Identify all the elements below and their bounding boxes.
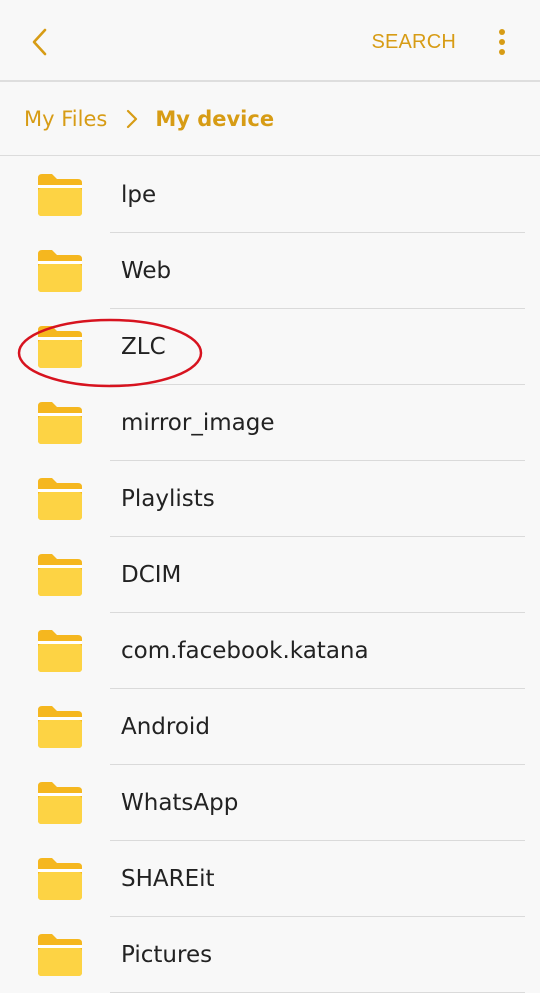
file-name: Web — [121, 258, 172, 284]
file-name: WhatsApp — [121, 790, 239, 816]
breadcrumb-my-device: My device — [155, 106, 275, 131]
file-name: DCIM — [121, 562, 182, 588]
file-list: lpe Web ZLC mirror_image Playlists DCIM com.fa… — [0, 157, 540, 993]
file-row[interactable]: WhatsApp — [0, 765, 540, 841]
folder-icon — [38, 250, 82, 292]
search-button[interactable]: SEARCH — [371, 28, 456, 56]
file-name: com.facebook.katana — [121, 638, 369, 664]
file-name: Playlists — [121, 486, 215, 512]
folder-icon — [38, 782, 82, 824]
file-row[interactable]: DCIM — [0, 537, 540, 613]
file-row[interactable]: SHAREit — [0, 841, 540, 917]
file-row[interactable]: ZLC — [0, 309, 540, 385]
file-name: ZLC — [121, 334, 166, 360]
breadcrumb: My Files My device — [0, 82, 540, 156]
folder-icon — [38, 706, 82, 748]
folder-icon — [38, 478, 82, 520]
app-bar: SEARCH — [0, 0, 540, 82]
file-row[interactable]: Web — [0, 233, 540, 309]
file-name: Pictures — [121, 942, 213, 968]
folder-icon — [38, 402, 82, 444]
file-name: mirror_image — [121, 410, 275, 436]
file-row[interactable]: Pictures — [0, 917, 540, 993]
file-name: lpe — [121, 182, 157, 208]
file-row[interactable]: Playlists — [0, 461, 540, 537]
file-name: Android — [121, 714, 210, 740]
chevron-right-icon — [125, 109, 139, 129]
file-row[interactable]: com.facebook.katana — [0, 613, 540, 689]
folder-icon — [38, 858, 82, 900]
file-row[interactable]: lpe — [0, 157, 540, 233]
more-options-button[interactable] — [490, 24, 514, 60]
folder-icon — [38, 554, 82, 596]
breadcrumb-my-files[interactable]: My Files — [24, 107, 107, 131]
folder-icon — [38, 934, 82, 976]
file-row[interactable]: mirror_image — [0, 385, 540, 461]
folder-icon — [38, 174, 82, 216]
folder-icon — [38, 326, 82, 368]
chevron-left-icon — [32, 28, 47, 56]
folder-icon — [38, 630, 82, 672]
more-vert-icon — [499, 29, 505, 55]
file-name: SHAREit — [121, 866, 215, 892]
file-row[interactable]: Android — [0, 689, 540, 765]
back-button[interactable] — [20, 20, 60, 64]
